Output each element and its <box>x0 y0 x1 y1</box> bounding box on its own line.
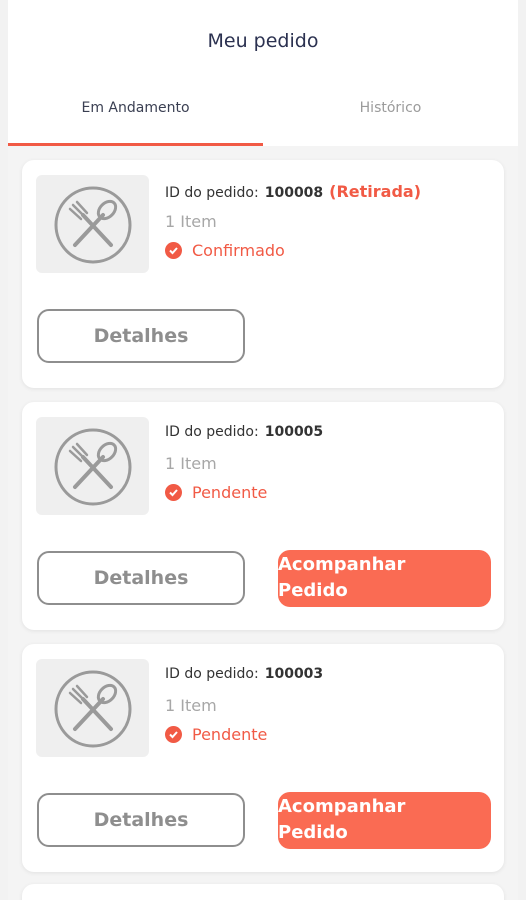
order-status: Pendente <box>165 725 494 744</box>
order-items: 1 Item <box>165 696 217 715</box>
track-order-label-line2: Pedido <box>278 580 348 601</box>
order-id-label: ID do pedido: <box>165 185 259 201</box>
track-order-label-line2: Pedido <box>278 822 348 843</box>
order-status-text: Pendente <box>192 483 268 502</box>
track-order-button[interactable]: Acompanhar Pedido <box>278 550 491 607</box>
order-card: ID do pedido: 100008 (Retirada) 1 Item Con… <box>22 160 504 388</box>
order-items: 1 Item <box>165 454 217 473</box>
track-order-button[interactable]: Acompanhar Pedido <box>278 792 491 849</box>
tab-historico[interactable]: Histórico <box>263 96 518 146</box>
order-info: ID do pedido: 100008 (Retirada) 1 Item Con… <box>165 182 494 260</box>
details-button[interactable]: Detalhes <box>37 309 245 363</box>
order-status: Confirmado <box>165 241 494 260</box>
order-card: ID do pedido: 100005 1 Item Pendente Deta… <box>22 402 504 630</box>
order-status-text: Pendente <box>192 725 268 744</box>
fork-spoon-icon <box>54 428 132 506</box>
orders-screen: Meu pedido Em Andamento Histórico ID do … <box>8 0 518 900</box>
order-id: 100008 <box>264 185 324 201</box>
check-circle-icon <box>165 242 182 259</box>
order-status-text: Confirmado <box>192 241 285 260</box>
page-title: Meu pedido <box>207 30 319 52</box>
order-thumbnail <box>36 659 149 757</box>
check-circle-icon <box>165 726 182 743</box>
order-info: ID do pedido: 100003 1 Item Pendente <box>165 666 494 744</box>
track-order-label-line1: Acompanhar <box>278 796 406 817</box>
fork-spoon-icon <box>54 670 132 748</box>
tab-em-andamento[interactable]: Em Andamento <box>8 96 263 146</box>
order-thumbnail <box>36 175 149 273</box>
details-button[interactable]: Detalhes <box>37 793 245 847</box>
order-thumbnail <box>36 417 149 515</box>
order-id: 100003 <box>264 666 324 682</box>
tab-bar: Em Andamento Histórico <box>8 96 518 146</box>
fork-spoon-icon <box>54 186 132 264</box>
order-id-label: ID do pedido: <box>165 424 259 440</box>
order-id: 100005 <box>264 424 324 440</box>
order-status: Pendente <box>165 483 494 502</box>
header: Meu pedido Em Andamento Histórico <box>8 0 518 146</box>
track-order-label-line1: Acompanhar <box>278 554 406 575</box>
check-circle-icon <box>165 484 182 501</box>
details-button[interactable]: Detalhes <box>37 551 245 605</box>
order-items: 1 Item <box>165 212 217 231</box>
order-id-line: ID do pedido: 100003 <box>165 666 494 688</box>
order-info: ID do pedido: 100005 1 Item Pendente <box>165 424 494 502</box>
order-card <box>22 884 504 900</box>
order-id-line: ID do pedido: 100005 <box>165 424 494 446</box>
order-card: ID do pedido: 100003 1 Item Pendente Deta… <box>22 644 504 872</box>
order-id-line: ID do pedido: 100008 (Retirada) <box>165 182 494 204</box>
order-id-label: ID do pedido: <box>165 666 259 682</box>
order-type-tag: (Retirada) <box>329 182 422 201</box>
